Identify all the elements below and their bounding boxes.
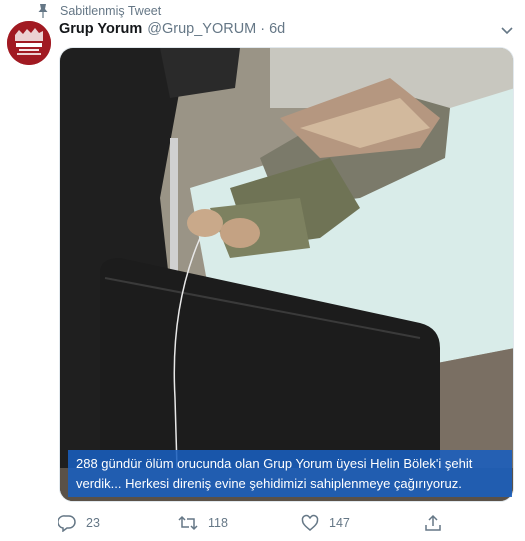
tweet-timestamp[interactable]: 6d (269, 21, 285, 37)
tweet-media[interactable] (59, 47, 514, 502)
like-count: 147 (329, 516, 350, 530)
reply-icon (58, 515, 76, 532)
reply-count: 23 (86, 516, 100, 530)
retweet-icon (178, 515, 198, 531)
pinned-tweet-indicator: Sabitlenmiş Tweet (38, 3, 161, 19)
like-icon (301, 514, 319, 531)
reply-button[interactable]: 23 (58, 512, 100, 534)
tweet-header: Grup Yorum @Grup_YORUM · 6d (59, 21, 285, 39)
group-logo-icon (7, 21, 51, 65)
pinned-label: Sabitlenmiş Tweet (60, 4, 162, 18)
tweet-actions: 23 118 147 (58, 512, 458, 534)
like-button[interactable]: 147 (301, 512, 350, 534)
user-handle[interactable]: @Grup_YORUM (147, 21, 256, 37)
separator-dot: · (260, 21, 266, 37)
display-name[interactable]: Grup Yorum (59, 21, 142, 37)
share-icon (425, 514, 441, 531)
chevron-down-icon[interactable] (499, 22, 515, 38)
pin-icon (38, 4, 48, 18)
share-button[interactable] (424, 512, 452, 534)
media-caption: 288 gündür ölüm orucunda olan Grup Yorum… (68, 450, 512, 497)
retweet-button[interactable]: 118 (178, 512, 228, 534)
avatar[interactable] (7, 21, 51, 65)
tweet-photo (60, 48, 513, 501)
retweet-count: 118 (208, 516, 228, 530)
